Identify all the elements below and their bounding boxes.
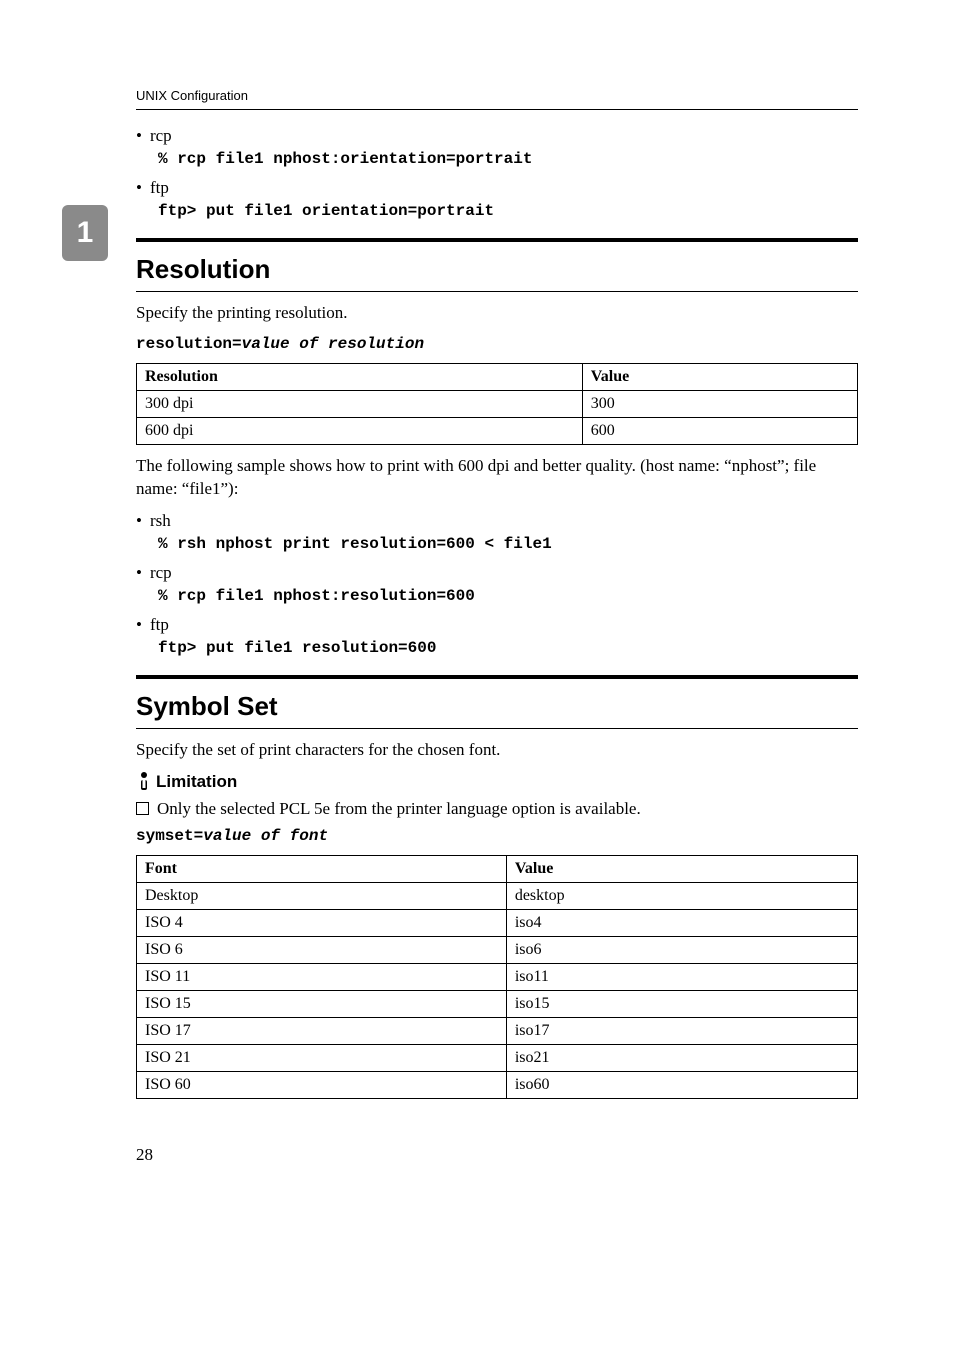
code-line: ftp> put file1 resolution=600 <box>158 639 858 657</box>
page-number: 28 <box>136 1145 858 1165</box>
code-line: % rsh nphost print resolution=600 < file… <box>158 535 858 553</box>
table-row: ISO 60iso60 <box>137 1071 858 1098</box>
table-header: Value <box>582 363 857 390</box>
table-cell: iso6 <box>506 936 857 963</box>
table-cell: 300 <box>582 390 857 417</box>
table-cell: 300 dpi <box>137 390 583 417</box>
code-line: ftp> put file1 orientation=portrait <box>158 202 858 220</box>
table-header-row: Resolution Value <box>137 363 858 390</box>
bullet-label: rcp <box>150 126 172 145</box>
table-header: Font <box>137 855 507 882</box>
table-cell: iso21 <box>506 1044 857 1071</box>
table-row: 300 dpi 300 <box>137 390 858 417</box>
chapter-tab: 1 <box>62 205 108 261</box>
table-cell: desktop <box>506 882 857 909</box>
list-item: •ftp <box>136 615 858 635</box>
info-icon <box>136 772 152 795</box>
table-row: ISO 15iso15 <box>137 990 858 1017</box>
limitation-heading: Limitation <box>136 772 858 795</box>
table-cell: ISO 6 <box>137 936 507 963</box>
table-cell: ISO 11 <box>137 963 507 990</box>
bullet-label: rsh <box>150 511 171 530</box>
limitation-item: Only the selected PCL 5e from the printe… <box>136 799 858 819</box>
table-header: Resolution <box>137 363 583 390</box>
table-header-row: Font Value <box>137 855 858 882</box>
table-row: ISO 17iso17 <box>137 1017 858 1044</box>
section-heading-symbolset: Symbol Set <box>136 675 858 729</box>
table-row: ISO 11iso11 <box>137 963 858 990</box>
bullet-label: rcp <box>150 563 172 582</box>
table-cell: iso15 <box>506 990 857 1017</box>
table-cell: ISO 4 <box>137 909 507 936</box>
code-line: % rcp file1 nphost:orientation=portrait <box>158 150 858 168</box>
body-text: The following sample shows how to print … <box>136 455 858 501</box>
table-cell: 600 <box>582 417 857 444</box>
list-item: •rsh <box>136 511 858 531</box>
table-row: Desktopdesktop <box>137 882 858 909</box>
running-header: UNIX Configuration <box>136 88 858 110</box>
section-heading-resolution: Resolution <box>136 238 858 292</box>
code-line: % rcp file1 nphost:resolution=600 <box>158 587 858 605</box>
list-item: •rcp <box>136 563 858 583</box>
table-cell: ISO 17 <box>137 1017 507 1044</box>
list-item: •ftp <box>136 178 858 198</box>
table-cell: ISO 60 <box>137 1071 507 1098</box>
table-cell: ISO 15 <box>137 990 507 1017</box>
body-text: Specify the printing resolution. <box>136 302 858 325</box>
table-row: ISO 6iso6 <box>137 936 858 963</box>
table-header: Value <box>506 855 857 882</box>
table-cell: iso17 <box>506 1017 857 1044</box>
symbolset-table: Font Value Desktopdesktop ISO 4iso4 ISO … <box>136 855 858 1099</box>
table-row: ISO 21iso21 <box>137 1044 858 1071</box>
bullet-label: ftp <box>150 615 169 634</box>
table-cell: iso60 <box>506 1071 857 1098</box>
resolution-table: Resolution Value 300 dpi 300 600 dpi 600 <box>136 363 858 445</box>
table-row: ISO 4iso4 <box>137 909 858 936</box>
table-cell: ISO 21 <box>137 1044 507 1071</box>
bullet-label: ftp <box>150 178 169 197</box>
table-row: 600 dpi 600 <box>137 417 858 444</box>
table-cell: iso11 <box>506 963 857 990</box>
list-item: •rcp <box>136 126 858 146</box>
body-text: Specify the set of print characters for … <box>136 739 858 762</box>
checkbox-icon <box>136 802 149 815</box>
table-cell: iso4 <box>506 909 857 936</box>
table-cell: 600 dpi <box>137 417 583 444</box>
syntax-line: resolution=value of resolution <box>136 335 858 353</box>
table-cell: Desktop <box>137 882 507 909</box>
syntax-line: symset=value of font <box>136 827 858 845</box>
